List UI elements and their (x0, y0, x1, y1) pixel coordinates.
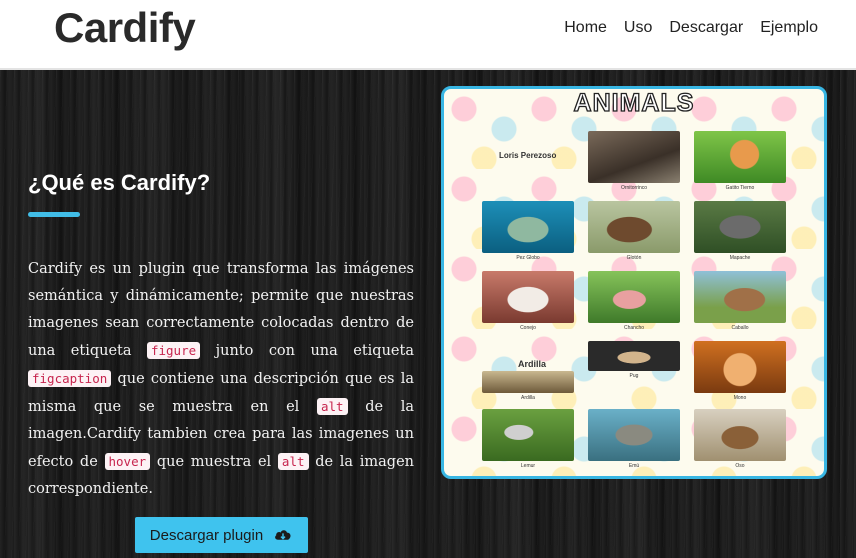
code-alt: alt (316, 398, 348, 415)
animal-photo (482, 371, 574, 393)
section-title: ¿Qué es Cardify? (28, 170, 211, 195)
animal-caption: Caballo (731, 325, 749, 331)
animal-photo (588, 341, 680, 371)
download-button-label: Descargar plugin (149, 526, 264, 544)
title-underline (28, 212, 80, 217)
poster-card: Pez Globo (482, 201, 574, 261)
animal-caption: Mapache (729, 255, 751, 261)
animal-caption: Oso (735, 463, 745, 469)
animal-caption: Mono (733, 395, 747, 401)
poster-card: Ardilla (482, 371, 574, 401)
animal-photo (694, 201, 786, 253)
animal-photo (694, 271, 786, 323)
poster-title: ANIMALS (573, 89, 695, 118)
code-figcaption: figcaption (28, 370, 112, 387)
poster-name-label: Loris Perezoso (499, 151, 557, 160)
main-nav: Home Uso Descargar Ejemplo (564, 19, 818, 37)
animal-photo (588, 409, 680, 461)
desc-text: que muestra el (150, 454, 278, 470)
animal-caption: Conejo (520, 325, 536, 331)
animal-caption: Ornitorrinco (620, 185, 648, 191)
animal-caption: Chancho (623, 325, 644, 331)
animal-photo (588, 131, 680, 183)
code-hover: hover (104, 453, 151, 470)
animal-photo (482, 201, 574, 253)
animal-photo (694, 131, 786, 183)
poster-card: Conejo (482, 271, 574, 331)
animal-caption: Lemur (520, 463, 536, 469)
poster-card: Ornitorrinco (588, 131, 680, 191)
nav-uso[interactable]: Uso (624, 19, 652, 37)
animal-photo (482, 271, 574, 323)
nav-home[interactable]: Home (564, 19, 607, 37)
poster-ardilla-label: Ardilla (518, 359, 547, 369)
animal-caption: Emú (628, 463, 640, 469)
poster-card: Oso (694, 409, 786, 469)
animal-photo (588, 271, 680, 323)
animal-photo (694, 409, 786, 461)
description-paragraph: Cardify es un plugin que transforma las … (28, 256, 414, 503)
nav-ejemplo[interactable]: Ejemplo (760, 19, 818, 37)
desc-text: junto con una etiqueta (200, 343, 414, 359)
animal-caption: Pug (629, 373, 639, 379)
code-alt: alt (277, 453, 309, 470)
site-logo[interactable]: Cardify (54, 4, 196, 52)
animal-photo (588, 201, 680, 253)
poster-card: Caballo (694, 271, 786, 331)
poster-card: Pug (588, 341, 680, 379)
animal-caption: Glotón (626, 255, 642, 261)
site-header: Cardify Home Uso Descargar Ejemplo (0, 0, 856, 70)
nav-descargar[interactable]: Descargar (669, 19, 743, 37)
download-plugin-button[interactable]: Descargar plugin (135, 517, 308, 553)
poster-card: Gatito Tierno (694, 131, 786, 191)
animal-caption: Ardilla (521, 395, 535, 401)
poster-card: Chancho (588, 271, 680, 331)
animal-photo (694, 341, 786, 393)
code-figure: figure (146, 342, 201, 359)
poster-card: Emú (588, 409, 680, 469)
poster-card: Mapache (694, 201, 786, 261)
animal-caption: Gatito Tierno (725, 185, 755, 191)
animals-poster-image: ANIMALS Loris Perezoso Ornitorrinco Gati… (441, 86, 827, 479)
animal-caption: Pez Globo (516, 255, 540, 261)
animal-photo (482, 409, 574, 461)
poster-card: Mono (694, 341, 786, 401)
poster-card: Lemur (482, 409, 574, 469)
poster-card: Glotón (588, 201, 680, 261)
cloud-download-icon (275, 530, 291, 540)
